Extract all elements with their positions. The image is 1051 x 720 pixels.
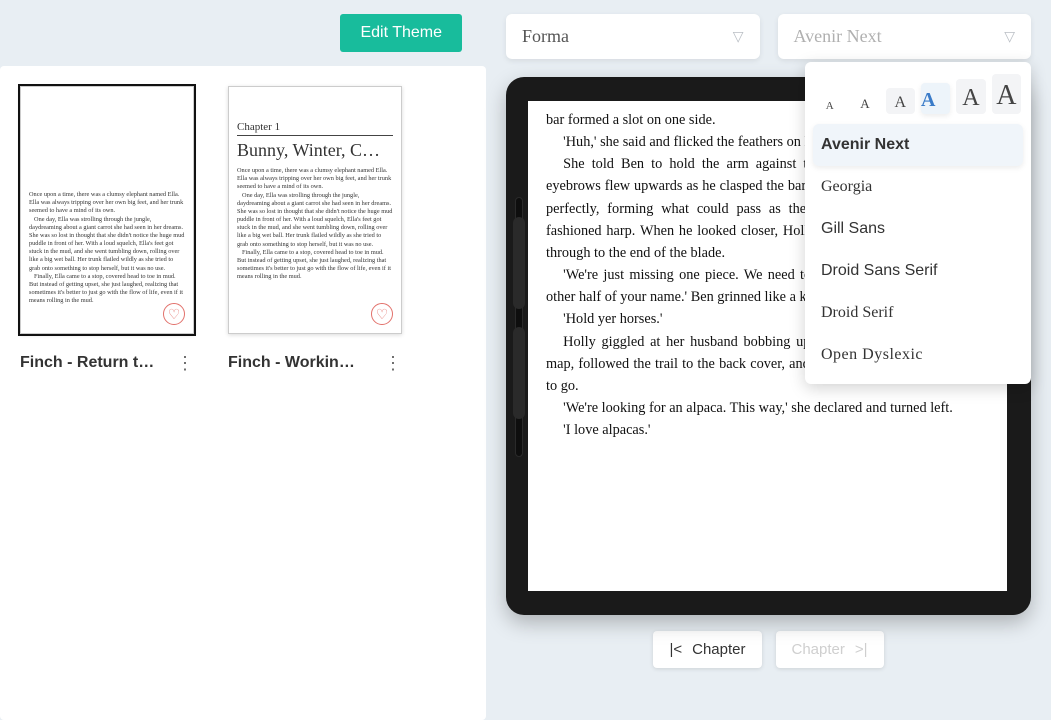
theme-preview[interactable]: Chapter 1 Bunny, Winter, C… Once upon a … bbox=[228, 86, 402, 334]
prev-chapter-label: Chapter bbox=[692, 641, 745, 658]
theme-name: Finch - Workin… bbox=[228, 354, 355, 372]
font-size-option[interactable]: A bbox=[850, 90, 879, 114]
edit-theme-button[interactable]: Edit Theme bbox=[340, 14, 462, 52]
font-option-list: Avenir NextGeorgiaGill SansDroid Sans Se… bbox=[813, 124, 1023, 376]
theme-preview[interactable]: Once upon a time, there was a clumsy ele… bbox=[20, 86, 194, 334]
font-option[interactable]: Open Dyslexic bbox=[813, 334, 1023, 376]
preview-panel: Forma ▽ Avenir Next ▽ AAAAAA Avenir Next… bbox=[486, 0, 1051, 720]
next-chapter-label: Chapter bbox=[792, 641, 845, 658]
font-option[interactable]: Droid Serif bbox=[813, 292, 1023, 334]
theme-thumbnail[interactable]: Once upon a time, there was a clumsy ele… bbox=[20, 86, 194, 372]
font-size-option[interactable]: A bbox=[921, 83, 950, 114]
theme-preview-text: Once upon a time, there was a clumsy ele… bbox=[29, 191, 185, 305]
arrow-end-icon: >| bbox=[855, 641, 868, 658]
font-size-row: AAAAAA bbox=[813, 70, 1023, 124]
device-select-value: Forma bbox=[522, 26, 569, 47]
font-size-option[interactable]: A bbox=[956, 79, 985, 114]
theme-preview-text: Once upon a time, there was a clumsy ele… bbox=[237, 167, 393, 281]
kebab-icon[interactable]: ⋮ bbox=[384, 354, 402, 372]
next-chapter-button[interactable]: Chapter >| bbox=[776, 631, 884, 668]
prev-chapter-button[interactable]: |< Chapter bbox=[653, 631, 761, 668]
font-size-option[interactable]: A bbox=[886, 88, 915, 114]
theme-thumbnails: Once upon a time, there was a clumsy ele… bbox=[0, 66, 486, 720]
chapter-pager: |< Chapter Chapter >| bbox=[486, 631, 1051, 668]
font-size-option[interactable]: A bbox=[992, 74, 1021, 114]
theme-name: Finch - Return t… bbox=[20, 354, 154, 372]
font-option[interactable]: Droid Sans Serif bbox=[813, 250, 1023, 292]
themes-panel: Edit Theme Once upon a time, there was a… bbox=[0, 0, 486, 720]
font-option[interactable]: Gill Sans bbox=[813, 208, 1023, 250]
page-down-button[interactable] bbox=[513, 327, 525, 419]
arrow-start-icon: |< bbox=[669, 641, 682, 658]
theme-preview-title: Bunny, Winter, C… bbox=[237, 140, 393, 161]
font-select-value: Avenir Next bbox=[794, 26, 882, 47]
font-option[interactable]: Avenir Next bbox=[813, 124, 1023, 166]
chevron-down-icon: ▽ bbox=[1004, 28, 1015, 45]
font-select[interactable]: Avenir Next ▽ bbox=[778, 14, 1032, 59]
chevron-down-icon: ▽ bbox=[733, 28, 744, 45]
theme-thumbnail[interactable]: Chapter 1 Bunny, Winter, C… Once upon a … bbox=[228, 86, 402, 372]
page-up-button[interactable] bbox=[513, 217, 525, 309]
kebab-icon[interactable]: ⋮ bbox=[176, 354, 194, 372]
font-size-option[interactable]: A bbox=[815, 94, 844, 114]
theme-preview-chapter: Chapter 1 bbox=[237, 121, 393, 136]
device-select[interactable]: Forma ▽ bbox=[506, 14, 760, 59]
font-option[interactable]: Georgia bbox=[813, 166, 1023, 208]
heart-icon: ♡ bbox=[371, 303, 393, 325]
font-dropdown[interactable]: AAAAAA Avenir NextGeorgiaGill SansDroid … bbox=[805, 62, 1031, 384]
heart-icon: ♡ bbox=[163, 303, 185, 325]
